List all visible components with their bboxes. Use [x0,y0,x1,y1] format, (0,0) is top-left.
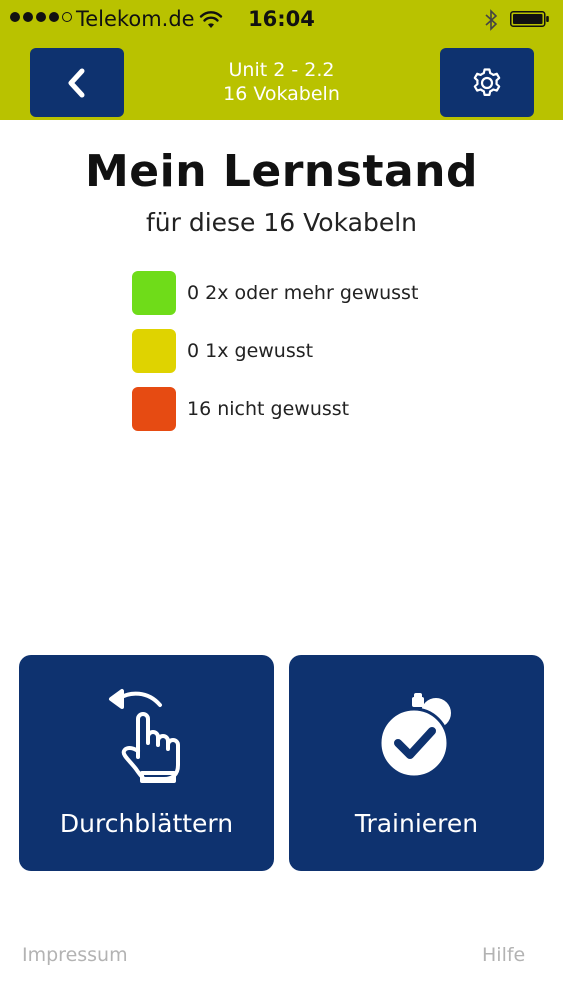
legend-text: 0 2x oder mehr gewusst [187,282,418,304]
legend-count: 0 [187,282,200,304]
legend-item-known-twice: 0 2x oder mehr gewusst [132,271,418,315]
gear-icon [473,67,501,96]
legend-swatch [132,329,176,373]
legend-swatch [132,387,176,431]
status-bar: Telekom.de 16:04 [0,0,563,40]
swipe-hand-icon [108,689,180,783]
stopwatch-check-icon [378,693,451,779]
legend-label: 2x oder mehr gewusst [205,282,419,304]
back-button[interactable] [30,48,124,117]
browse-button[interactable]: Durchblättern [19,655,274,871]
vocab-count-title: 16 Vokabeln [223,83,340,105]
legend-label: nicht gewusst [217,398,350,420]
legend-item-not-known: 16 nicht gewusst [132,387,418,431]
hilfe-link[interactable]: Hilfe [482,944,525,966]
unit-title: Unit 2 - 2.2 [228,59,335,81]
legend-swatch [132,271,176,315]
legend-label: 1x gewusst [205,340,314,362]
chevron-left-icon [68,68,85,97]
header: Telekom.de 16:04 Unit 2 - 2.2 16 Vokabel… [0,0,563,120]
train-label: Trainieren [354,809,479,838]
train-icon-wrap [289,685,544,785]
app-screen: Telekom.de 16:04 Unit 2 - 2.2 16 Vokabel… [0,0,563,1000]
legend-text: 0 1x gewusst [187,340,313,362]
impressum-link[interactable]: Impressum [22,944,128,966]
battery-icon [510,11,549,27]
progress-legend: 0 2x oder mehr gewusst 0 1x gewusst 16 n… [132,271,418,445]
page-title: Mein Lernstand [85,146,478,197]
legend-count: 16 [187,398,212,420]
bluetooth-icon [485,9,498,31]
browse-label: Durchblättern [59,809,234,838]
legend-item-known-once: 0 1x gewusst [132,329,418,373]
nav-title: Unit 2 - 2.2 16 Vokabeln [140,58,423,106]
legend-text: 16 nicht gewusst [187,398,349,420]
status-time: 16:04 [248,7,315,31]
settings-button[interactable] [440,48,534,117]
page-subtitle: für diese 16 Vokabeln [145,208,418,237]
browse-icon-wrap [19,685,274,785]
train-button[interactable]: Trainieren [289,655,544,871]
legend-count: 0 [187,340,200,362]
